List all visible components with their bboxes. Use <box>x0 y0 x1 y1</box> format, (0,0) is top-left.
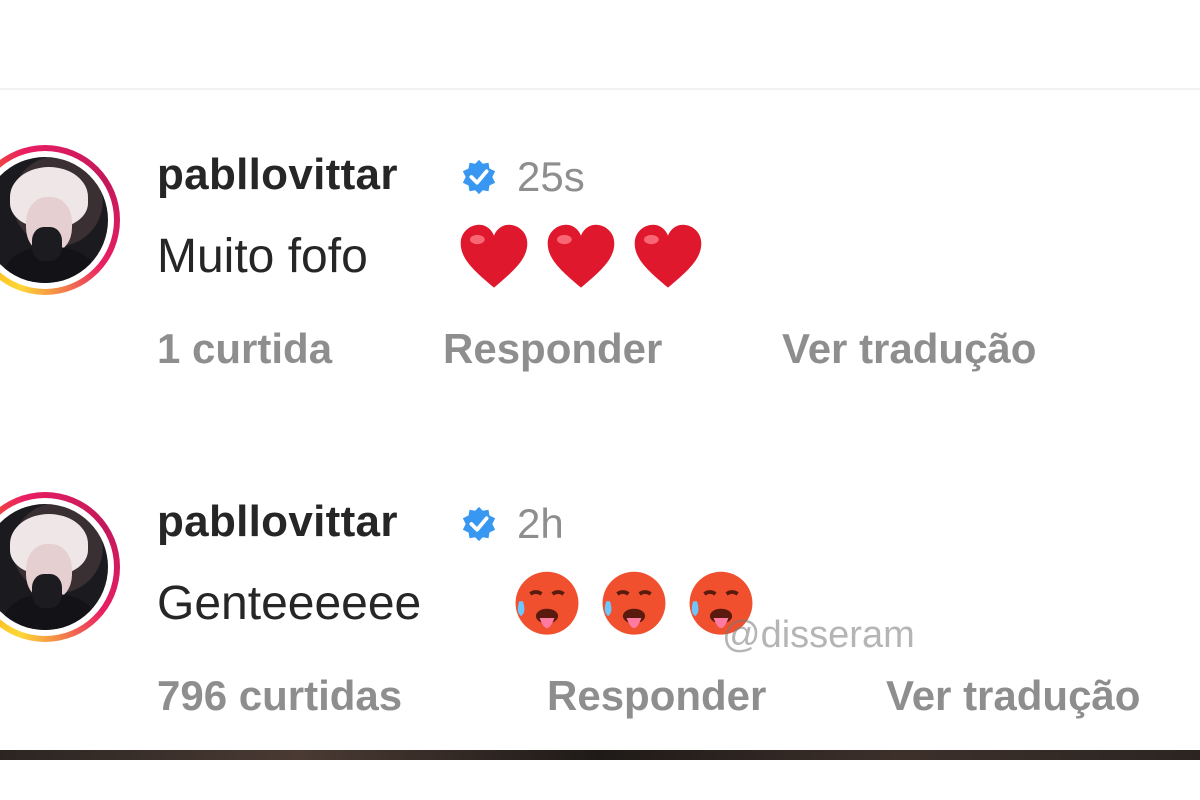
red-heart-icon <box>634 224 702 288</box>
watermark: @disseram <box>722 614 915 656</box>
comment-timestamp: 2h <box>517 500 564 547</box>
comment-text: Genteeeeee <box>157 577 422 630</box>
instagram-comments-screen: pabllovittar 25s Muito fofo 1 curtida Re… <box>0 0 1200 800</box>
avatar[interactable] <box>0 145 120 295</box>
hot-face-icon <box>515 571 579 635</box>
translate-button[interactable]: Ver tradução <box>782 325 1036 373</box>
reply-button[interactable]: Responder <box>547 672 766 720</box>
comment-actions: 1 curtida Responder Ver tradução <box>157 325 1200 385</box>
avatar-photo <box>0 504 108 630</box>
divider <box>0 88 1200 90</box>
reply-button[interactable]: Responder <box>443 325 662 373</box>
likes-count[interactable]: 1 curtida <box>157 325 332 373</box>
avatar-border <box>0 498 114 636</box>
avatar-border <box>0 151 114 289</box>
comment-item: pabllovittar 2h Genteeeeee 796 curtidas … <box>0 492 1200 752</box>
comment-username[interactable]: pabllovittar <box>157 150 398 200</box>
avatar[interactable] <box>0 492 120 642</box>
comment-text: Muito fofo <box>157 230 368 283</box>
image-edge <box>0 750 1200 760</box>
comment-timestamp: 25s <box>517 153 585 200</box>
comment-actions: 796 curtidas Responder Ver tradução <box>157 672 1200 732</box>
likes-count[interactable]: 796 curtidas <box>157 672 402 720</box>
verified-badge-icon <box>462 506 496 542</box>
red-heart-icon <box>460 224 528 288</box>
avatar-photo <box>0 157 108 283</box>
hot-face-icon <box>602 571 666 635</box>
red-heart-icon <box>547 224 615 288</box>
comment-item: pabllovittar 25s Muito fofo 1 curtida Re… <box>0 145 1200 405</box>
comment-username[interactable]: pabllovittar <box>157 497 398 547</box>
translate-button[interactable]: Ver tradução <box>886 672 1140 720</box>
verified-badge-icon <box>462 159 496 195</box>
